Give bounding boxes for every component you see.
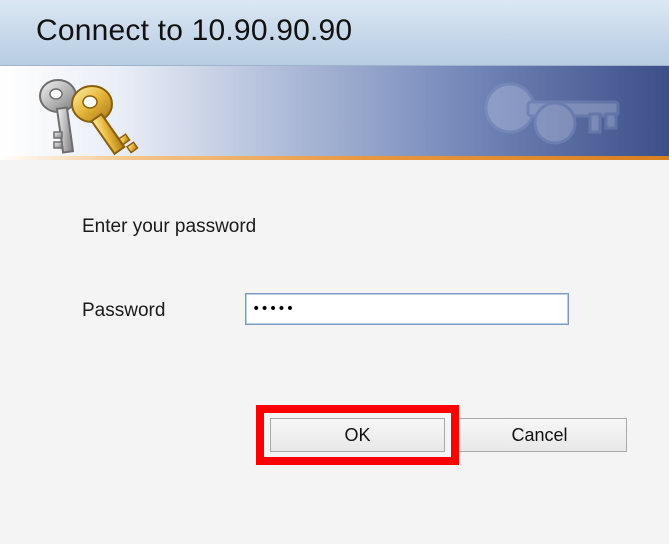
password-label: Password — [82, 300, 166, 321]
ok-button[interactable]: OK — [270, 418, 445, 452]
keys-icon — [39, 79, 139, 156]
dialog-banner — [0, 66, 669, 160]
title-bar: Connect to 10.90.90.90 — [0, 0, 669, 66]
connect-dialog: Connect to 10.90.90.90 Enter your passwo… — [0, 0, 669, 544]
dialog-body: Enter your password Password OK Cancel — [0, 160, 669, 544]
window-title: Connect to 10.90.90.90 — [36, 14, 353, 47]
password-field[interactable] — [245, 293, 569, 325]
password-prompt: Enter your password — [82, 216, 257, 237]
keys-watermark-icon — [484, 82, 620, 145]
cancel-button[interactable]: Cancel — [452, 418, 627, 452]
